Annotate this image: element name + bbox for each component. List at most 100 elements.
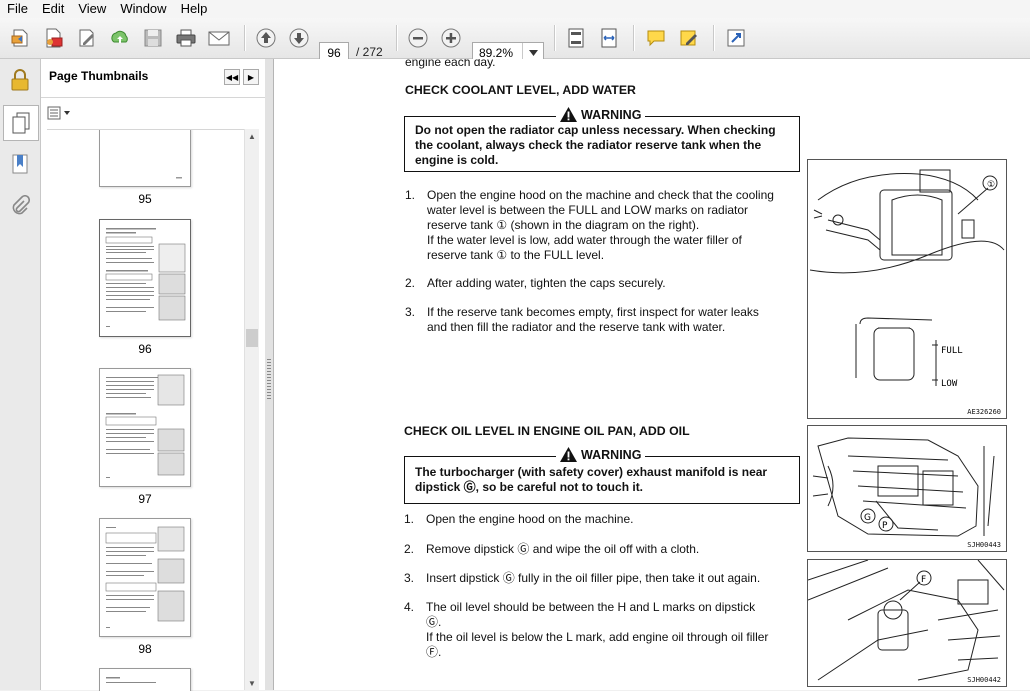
step-number: 4. [404,600,415,614]
thumbnail-page-96[interactable] [99,219,191,337]
figure-oil-filler: F SJH00442 [807,559,1007,687]
menu-bar: File Edit View Window Help [0,0,1030,18]
print-icon[interactable] [173,25,199,51]
lock-icon[interactable] [7,67,33,93]
thumbnail-page-98[interactable] [99,518,191,637]
figure-code: AE326260 [967,408,1001,416]
step-line: Ⓕ. [426,645,442,659]
collapse-panel-icon[interactable]: ◀◀ [224,69,240,85]
warning-triangle-icon [560,447,577,462]
prev-page-icon[interactable] [253,25,279,51]
page-total: / 272 [356,45,383,59]
fit-page-icon[interactable] [563,25,589,51]
section-heading-oil: CHECK OIL LEVEL IN ENGINE OIL PAN, ADD O… [404,424,690,438]
step-line: If the water level is low, add water thr… [427,233,742,247]
create-pdf-icon[interactable] [41,25,67,51]
toolbar-separator [633,25,635,51]
step-line: If the reserve tank becomes empty, first… [427,305,759,319]
figure-engine-dipstick: G P SJH00443 [807,425,1007,552]
step-line: reserve tank ① to the FULL level. [427,248,605,262]
step-line: Insert dipstick Ⓖ fully in the oil fille… [426,571,761,585]
scrollbar-thumb[interactable] [246,329,258,347]
figure-callout-p: P [882,521,888,531]
step-line: If the oil level is below the L mark, ad… [426,630,769,644]
attachment-icon[interactable] [7,193,33,219]
step-number: 3. [404,571,415,585]
toolbar-separator [713,25,715,51]
toolbar: / 272 89.2% [0,18,1030,64]
machine-illustration: ① FULL LOW [809,169,1005,389]
highlight-icon[interactable] [676,25,702,51]
warning-line: engine is cold. [415,153,499,167]
next-page-icon[interactable] [286,25,312,51]
text-fragment: engine each day. [405,59,496,69]
scroll-down-icon[interactable]: ▼ [245,676,259,690]
thumbnail-scrollbar[interactable]: ▲ ▼ [244,129,259,690]
warning-heading: WARNING [556,107,646,122]
step-line: water level is between the FULL and LOW … [427,203,749,217]
thumbnail-page-97[interactable] [99,368,191,487]
warning-box-coolant: Do not open the radiator cap unless nece… [404,116,800,172]
warning-triangle-icon [560,107,577,122]
figure-radiator-reserve-tank: ① FULL LOW AE326260 [807,159,1007,419]
upload-icon[interactable] [107,25,133,51]
step-line: The oil level should be between the H an… [426,600,756,614]
zoom-out-icon[interactable] [405,25,431,51]
figure-code: SJH00442 [967,676,1001,684]
full-label: FULL [941,346,963,356]
thumbnail-options-button[interactable] [47,105,75,121]
figure-callout: ① [987,180,995,190]
menu-edit[interactable]: Edit [35,0,71,18]
thumbnail-page-95[interactable] [99,130,191,187]
menu-view[interactable]: View [71,0,113,18]
options-icon [47,106,70,120]
fullscreen-icon[interactable] [723,25,749,51]
menu-file[interactable]: File [0,0,35,18]
warning-heading: WARNING [556,447,646,462]
page-thumbnails-tab[interactable] [3,105,39,141]
figure-code: SJH00443 [967,541,1001,549]
open-icon[interactable] [8,25,34,51]
step-line: After adding water, tighten the caps sec… [427,276,666,290]
thumbnail-label: 97 [138,492,152,506]
warning-title: WARNING [581,107,642,122]
section-heading-coolant: CHECK COOLANT LEVEL, ADD WATER [405,83,636,97]
splitter-grip[interactable] [267,359,271,399]
step-line: Remove dipstick Ⓖ and wipe the oil off w… [426,542,700,556]
thumbnail-label: 98 [138,642,152,656]
bookmark-icon[interactable] [7,151,33,177]
menu-window[interactable]: Window [113,0,173,18]
step-line: and then fill the radiator and the reser… [427,320,726,334]
warning-line: the coolant, always check the radiator r… [415,138,762,152]
engine-illustration: G P [812,437,995,537]
save-icon[interactable] [140,25,166,51]
toolbar-separator [554,25,556,51]
warning-line: Do not open the radiator cap unless nece… [415,123,776,137]
thumbnails-panel: Page Thumbnails ◀◀ ▶ 95 96 97 98 ▲ ▼ [41,59,266,691]
oil-filler-illustration: F [808,560,1005,681]
divider [41,97,265,98]
thumbnail-list[interactable]: 95 96 97 98 [47,129,259,691]
menu-help[interactable]: Help [174,0,215,18]
step-line: Ⓖ. [426,615,442,629]
step-line: Open the engine hood on the machine and … [427,188,774,202]
pages-icon [12,112,30,134]
step-number: 3. [405,305,416,319]
edit-icon[interactable] [74,25,100,51]
email-icon[interactable] [206,25,232,51]
figure-callout-f: F [921,575,926,585]
expand-panel-icon[interactable]: ▶ [243,69,259,85]
zoom-value: 89.2% [479,46,514,60]
toolbar-separator [396,25,398,51]
thumbnail-page-99[interactable] [99,668,191,691]
zoom-in-icon[interactable] [438,25,464,51]
figure-callout-g: G [864,513,871,523]
step-number: 1. [405,188,416,202]
scroll-up-icon[interactable]: ▲ [245,129,259,143]
fit-width-icon[interactable] [596,25,622,51]
comment-icon[interactable] [643,25,669,51]
panel-title: Page Thumbnails [49,69,149,83]
panel-splitter[interactable] [265,59,274,690]
navigation-strip [0,59,41,690]
document-view[interactable]: engine each day. CHECK COOLANT LEVEL, AD… [274,59,1030,690]
